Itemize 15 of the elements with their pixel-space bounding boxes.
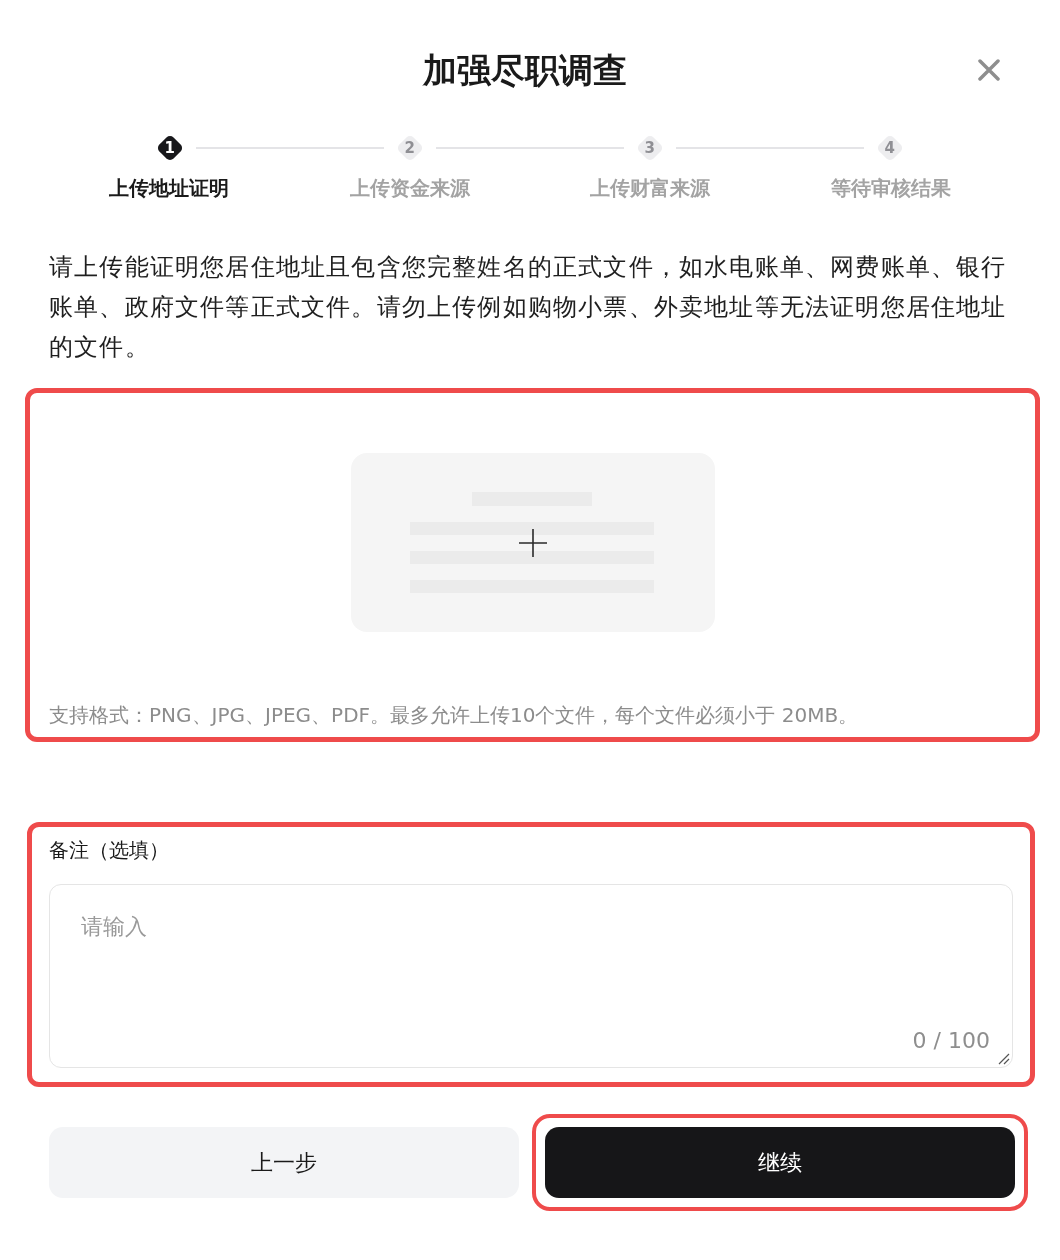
plus-icon — [518, 528, 547, 557]
step-label: 上传资金来源 — [349, 175, 470, 202]
character-counter: 0 / 100 — [912, 1027, 990, 1055]
step-label: 上传财富来源 — [590, 175, 711, 202]
continue-button[interactable]: 继续 — [545, 1127, 1015, 1198]
format-hint-text: 支持格式：PNG、JPG、JPEG、PDF。最多允许上传10个文件，每个文件必须小于 20MB。 — [49, 702, 859, 729]
step-label: 等待审核结果 — [830, 175, 951, 202]
back-button[interactable]: 上一步 — [49, 1127, 519, 1198]
resize-grip-icon[interactable] — [998, 1053, 1010, 1065]
step-label: 上传地址证明 — [109, 175, 230, 202]
instructions-text: 请上传能证明您居住地址且包含您完整姓名的正式文件，如水电账单、网费账单、银行账单、政府文件等正式文件。请勿上传例如购物小票、外卖地址等无法证明您居住地址的文件。 — [49, 252, 1008, 363]
close-icon — [978, 59, 1000, 81]
dialog-title: 加强尽职调查 — [422, 50, 627, 90]
notes-label: 备注（选填） — [49, 837, 169, 864]
close-button[interactable] — [978, 59, 1000, 81]
